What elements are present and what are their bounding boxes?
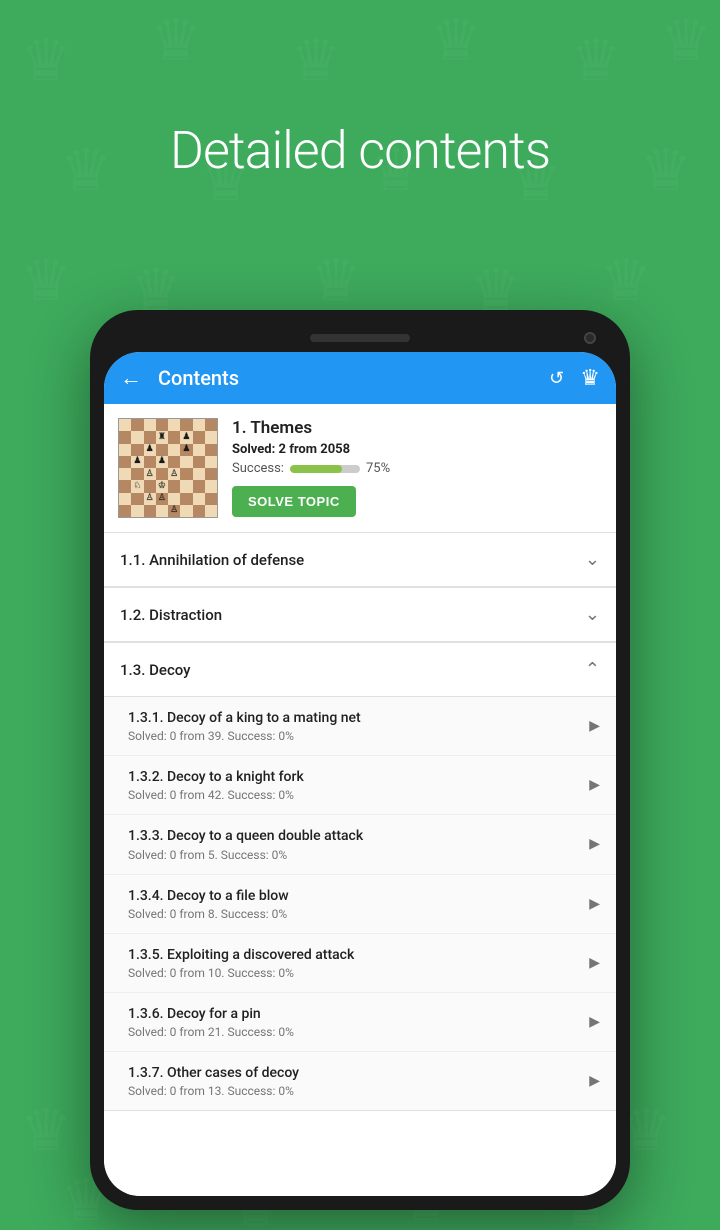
svg-text:♛: ♛: [20, 247, 72, 315]
item-title: 1.3.6. Decoy for a pin: [128, 1005, 581, 1023]
item-sub: Solved: 0 from 42. Success: 0%: [128, 788, 581, 802]
svg-text:♛: ♛: [430, 7, 482, 75]
app-bar-actions: ↺ ♛: [549, 366, 600, 391]
app-bar: ← Contents ↺ ♛: [104, 352, 616, 404]
item-title: 1.3.1. Decoy of a king to a mating net: [128, 709, 581, 727]
list-item-content: 1.3.5. Exploiting a discovered attack So…: [128, 946, 581, 980]
list-item[interactable]: 1.3.7. Other cases of decoy Solved: 0 fr…: [104, 1052, 616, 1110]
list-item[interactable]: 1.3.1. Decoy of a king to a mating net S…: [104, 697, 616, 756]
chess-board-thumbnail: ♜♟♟♟♟♟♙♙♘♔♙♙♙: [118, 418, 218, 518]
item-title: 1.3.3. Decoy to a queen double attack: [128, 827, 581, 845]
progress-bar: [290, 465, 360, 473]
progress-bar-fill: [290, 465, 343, 473]
item-sub: Solved: 0 from 8. Success: 0%: [128, 907, 581, 921]
play-icon: ▶: [589, 1014, 600, 1030]
section-1-3-title: 1.3. Decoy: [120, 661, 191, 679]
chevron-down-icon-2: ⌄: [585, 604, 600, 625]
phone-speaker: [310, 334, 410, 342]
list-item-content: 1.3.3. Decoy to a queen double attack So…: [128, 827, 581, 861]
section-1-3: 1.3. Decoy ⌃ 1.3.1. Decoy of a king to a…: [104, 643, 616, 1111]
svg-text:♛: ♛: [310, 247, 362, 315]
item-sub: Solved: 0 from 21. Success: 0%: [128, 1025, 581, 1039]
topic-card: ♜♟♟♟♟♟♙♙♘♔♙♙♙ 1. Themes Solved: 2 from 2…: [104, 404, 616, 533]
chevron-up-icon: ⌃: [585, 659, 600, 680]
refresh-icon[interactable]: ↺: [549, 368, 564, 389]
app-bar-title: Contents: [158, 366, 549, 390]
section-1-1-title: 1.1. Annihilation of defense: [120, 551, 304, 569]
phone-notch: [104, 324, 616, 352]
back-button[interactable]: ←: [120, 365, 142, 391]
list-item[interactable]: 1.3.3. Decoy to a queen double attack So…: [104, 815, 616, 874]
phone-frame: ← Contents ↺ ♛ ♜♟♟♟♟♟♙♙♘♔♙♙♙ 1. Themes S…: [90, 310, 630, 1210]
list-item[interactable]: 1.3.2. Decoy to a knight fork Solved: 0 …: [104, 756, 616, 815]
topic-title: 1. Themes: [232, 418, 602, 438]
content-area: ♜♟♟♟♟♟♙♙♘♔♙♙♙ 1. Themes Solved: 2 from 2…: [104, 404, 616, 1196]
play-icon: ▶: [589, 777, 600, 793]
section-1-1-header[interactable]: 1.1. Annihilation of defense ⌄: [104, 533, 616, 587]
play-icon: ▶: [589, 955, 600, 971]
list-item[interactable]: 1.3.6. Decoy for a pin Solved: 0 from 21…: [104, 993, 616, 1052]
phone-screen: ← Contents ↺ ♛ ♜♟♟♟♟♟♙♙♘♔♙♙♙ 1. Themes S…: [104, 352, 616, 1196]
page-title: Detailed contents: [0, 120, 720, 181]
list-item-content: 1.3.7. Other cases of decoy Solved: 0 fr…: [128, 1064, 581, 1098]
svg-text:♛: ♛: [20, 27, 72, 95]
topic-success: Success: 75%: [232, 461, 602, 476]
chevron-down-icon: ⌄: [585, 549, 600, 570]
item-sub: Solved: 0 from 5. Success: 0%: [128, 848, 581, 862]
section-1-2-header[interactable]: 1.2. Distraction ⌄: [104, 588, 616, 642]
list-item-content: 1.3.2. Decoy to a knight fork Solved: 0 …: [128, 768, 581, 802]
phone-camera: [584, 332, 596, 344]
item-sub: Solved: 0 from 13. Success: 0%: [128, 1084, 581, 1098]
item-title: 1.3.5. Exploiting a discovered attack: [128, 946, 581, 964]
svg-text:♛: ♛: [20, 1097, 72, 1165]
list-item-content: 1.3.1. Decoy of a king to a mating net S…: [128, 709, 581, 743]
topic-info: 1. Themes Solved: 2 from 2058 Success: 7…: [232, 418, 602, 517]
section-1-3-header[interactable]: 1.3. Decoy ⌃: [104, 643, 616, 697]
svg-text:♛: ♛: [660, 7, 712, 75]
svg-text:♛: ♛: [600, 247, 652, 315]
svg-text:♛: ♛: [290, 27, 342, 95]
section-1-2-title: 1.2. Distraction: [120, 606, 222, 624]
item-sub: Solved: 0 from 10. Success: 0%: [128, 966, 581, 980]
play-icon: ▶: [589, 896, 600, 912]
list-item-content: 1.3.4. Decoy to a file blow Solved: 0 fr…: [128, 887, 581, 921]
item-title: 1.3.4. Decoy to a file blow: [128, 887, 581, 905]
solve-topic-button[interactable]: SOLVE TOPIC: [232, 486, 356, 517]
crown-icon[interactable]: ♛: [580, 366, 600, 391]
item-title: 1.3.7. Other cases of decoy: [128, 1064, 581, 1082]
success-percent: 75%: [366, 461, 390, 476]
section-1-1: 1.1. Annihilation of defense ⌄: [104, 533, 616, 588]
play-icon: ▶: [589, 718, 600, 734]
item-sub: Solved: 0 from 39. Success: 0%: [128, 729, 581, 743]
svg-text:♛: ♛: [570, 27, 622, 95]
list-item[interactable]: 1.3.5. Exploiting a discovered attack So…: [104, 934, 616, 993]
list-item-content: 1.3.6. Decoy for a pin Solved: 0 from 21…: [128, 1005, 581, 1039]
section-1-2: 1.2. Distraction ⌄: [104, 588, 616, 643]
list-item[interactable]: 1.3.4. Decoy to a file blow Solved: 0 fr…: [104, 875, 616, 934]
play-icon: ▶: [589, 836, 600, 852]
svg-text:♛: ♛: [150, 7, 202, 75]
topic-solved-count: Solved: 2 from 2058: [232, 442, 602, 457]
play-icon: ▶: [589, 1073, 600, 1089]
item-title: 1.3.2. Decoy to a knight fork: [128, 768, 581, 786]
